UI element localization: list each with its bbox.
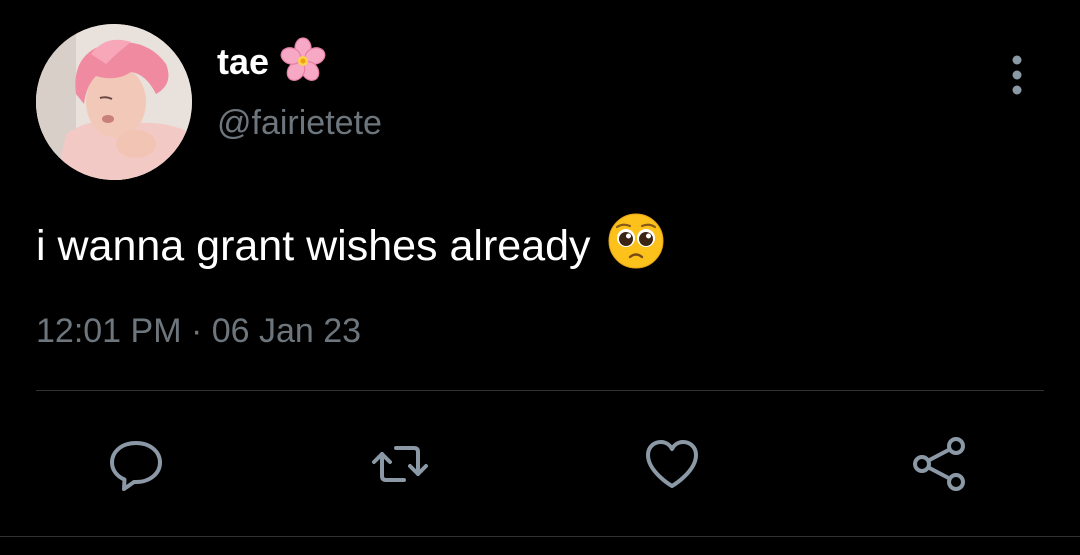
- tweet-text: i wanna grant wishes already: [36, 222, 591, 270]
- author-display-name[interactable]: tae: [217, 41, 269, 83]
- divider: [36, 390, 1044, 391]
- like-button[interactable]: [640, 432, 704, 496]
- tweet-timestamp[interactable]: 12:01 PM · 06 Jan 23: [36, 312, 361, 351]
- bottom-divider: [0, 536, 1080, 537]
- more-options-button[interactable]: [1000, 52, 1034, 98]
- reply-button[interactable]: [104, 432, 168, 496]
- more-vertical-icon: [1012, 55, 1022, 95]
- author-name-row[interactable]: tae: [217, 36, 327, 84]
- share-button[interactable]: [908, 432, 972, 496]
- tweet-body: i wanna grant wishes already: [36, 212, 665, 281]
- retweet-icon: [372, 446, 428, 482]
- share-icon: [913, 437, 965, 491]
- author-handle[interactable]: @fairietete: [217, 104, 382, 143]
- retweet-button[interactable]: [368, 432, 432, 496]
- tweet-card: tae @fairietete i wanna grant wishes alr…: [0, 0, 1080, 555]
- heart-icon: [646, 440, 698, 488]
- avatar[interactable]: [36, 24, 192, 180]
- pleading-face-icon: [607, 212, 665, 281]
- cherry-blossom-icon: [279, 36, 327, 89]
- reply-icon: [110, 441, 162, 491]
